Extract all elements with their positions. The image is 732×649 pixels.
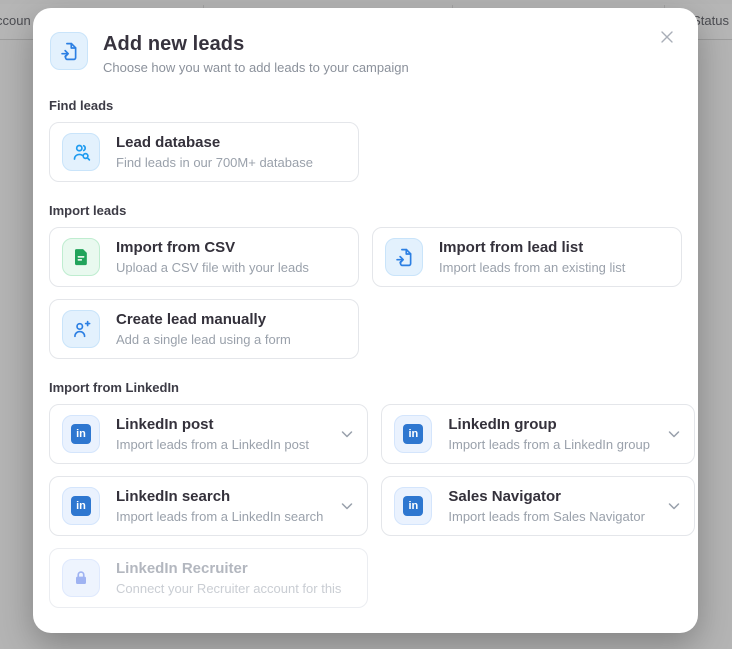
card-subtitle: Import leads from an existing list [439,260,626,275]
card-subtitle: Import leads from a LinkedIn post [116,437,309,452]
section-label: Import from LinkedIn [49,380,179,395]
linkedin-icon: in [394,487,433,525]
user-plus-icon [62,310,100,348]
section-label: Import leads [49,203,127,218]
card-sales-navigator[interactable]: in Sales Navigator Import leads from Sal… [381,476,695,536]
lock-icon [62,559,100,597]
card-subtitle: Upload a CSV file with your leads [116,260,309,275]
chevron-down-icon[interactable] [666,498,682,514]
grid-spacer [381,548,695,608]
table-header-account: ccoun [0,13,31,28]
card-title: LinkedIn post [116,416,214,433]
card-linkedin-group[interactable]: in LinkedIn group Import leads from a Li… [381,404,695,464]
section-find-leads: Find leads Lead database Find leads in o… [49,98,682,182]
linkedin-badge: in [403,424,424,444]
card-create-lead-manually[interactable]: Create lead manually Add a single lead u… [49,299,359,359]
card-title: Create lead manually [116,311,267,328]
linkedin-badge: in [71,424,91,444]
card-title: Sales Navigator [448,488,561,505]
card-subtitle: Add a single lead using a form [116,332,291,347]
document-import-icon [385,238,423,276]
card-title: Lead database [116,134,221,151]
card-title: LinkedIn Recruiter [116,560,248,577]
document-import-icon [50,32,88,70]
modal-header: Add new leads Choose how you want to add… [49,32,682,77]
card-title: LinkedIn search [116,488,231,505]
linkedin-icon: in [394,415,433,453]
card-subtitle: Find leads in our 700M+ database [116,155,313,170]
card-title: Import from lead list [439,239,584,256]
chevron-down-icon[interactable] [666,426,682,442]
grid-spacer [372,122,682,182]
card-import-lead-list[interactable]: Import from lead list Import leads from … [372,227,682,287]
section-label: Find leads [49,98,114,113]
card-subtitle: Import leads from a LinkedIn search [116,509,324,524]
chevron-down-icon[interactable] [339,498,355,514]
card-subtitle: Connect your Recruiter account for this [116,581,342,596]
card-linkedin-recruiter: LinkedIn Recruiter Connect your Recruite… [49,548,369,608]
section-import-leads: Import leads Import from CSV Upload a CS… [49,203,682,359]
card-subtitle: Import leads from Sales Navigator [448,509,645,524]
close-icon [658,28,676,46]
add-new-leads-modal: Add new leads Choose how you want to add… [33,8,698,633]
card-linkedin-post[interactable]: in LinkedIn post Import leads from a Lin… [49,404,369,464]
users-search-icon [62,133,100,171]
card-import-csv[interactable]: Import from CSV Upload a CSV file with y… [49,227,359,287]
modal-title: Add new leads [103,33,245,55]
card-linkedin-search[interactable]: in LinkedIn search Import leads from a L… [49,476,369,536]
chevron-down-icon[interactable] [339,426,355,442]
close-button[interactable] [656,26,678,48]
linkedin-icon: in [62,487,100,525]
grid-spacer [372,299,682,359]
linkedin-badge: in [71,496,91,516]
card-subtitle: Import leads from a LinkedIn group [448,437,650,452]
card-title: LinkedIn group [448,416,557,433]
csv-file-icon [62,238,100,276]
section-import-from-linkedin: Import from LinkedIn in LinkedIn post Im… [49,380,695,608]
linkedin-badge: in [403,496,424,516]
card-lead-database[interactable]: Lead database Find leads in our 700M+ da… [49,122,359,182]
modal-heading-text: Add new leads Choose how you want to add… [103,32,409,77]
card-title: Import from CSV [116,239,236,256]
modal-subtitle: Choose how you want to add leads to your… [103,60,409,75]
linkedin-icon: in [62,415,100,453]
